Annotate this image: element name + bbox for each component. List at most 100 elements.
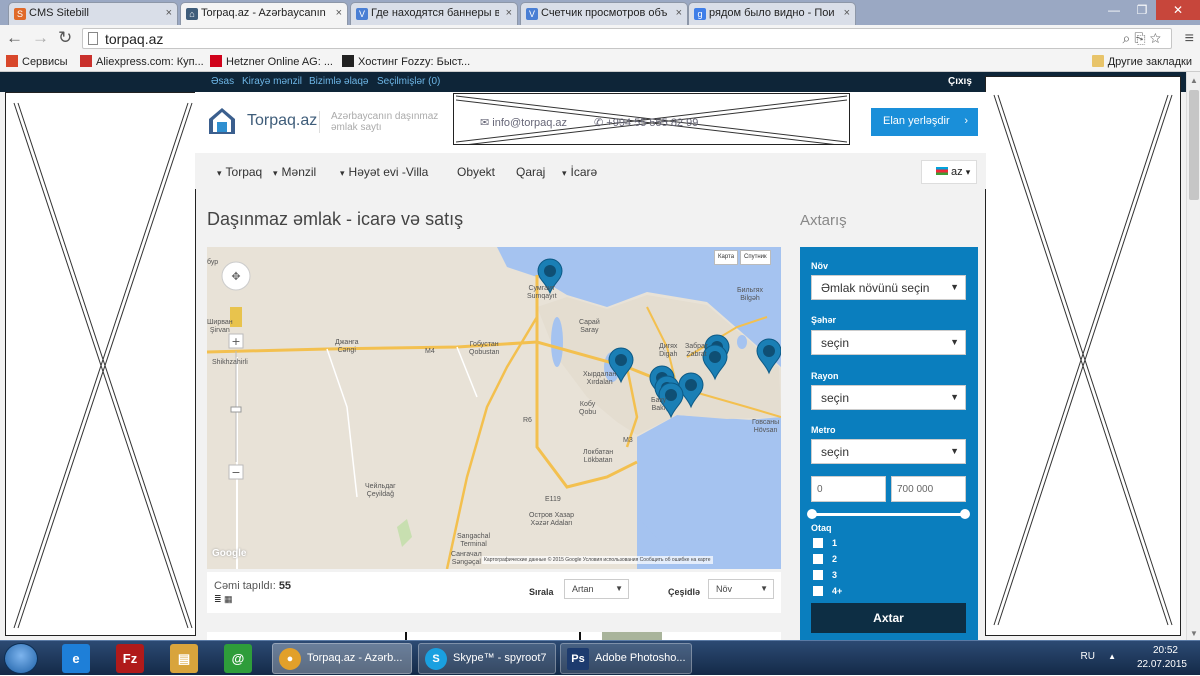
right-banner-placeholder — [985, 76, 1181, 636]
topbar-link-home[interactable]: Əsas — [211, 76, 234, 87]
sort-select[interactable]: Artan ▼ — [564, 579, 629, 599]
scrollbar-thumb[interactable] — [1189, 90, 1199, 200]
post-listing-button[interactable]: Elan yerləşdir › — [871, 108, 978, 136]
house-logo-icon[interactable] — [207, 106, 237, 136]
fozzy-icon — [342, 55, 354, 67]
tray-expand-icon[interactable]: ▲ — [1108, 652, 1116, 661]
bookmark-label: Aliexpress.com: Куп... — [96, 56, 204, 68]
reload-button[interactable]: ↻ — [58, 29, 72, 47]
map-label-digah: Дигях Digah — [659, 343, 678, 358]
email-icon[interactable]: @ — [224, 644, 252, 673]
scroll-down-arrow-icon[interactable]: ▼ — [1190, 629, 1198, 638]
logo-text[interactable]: Torpaq.az — [247, 112, 317, 130]
view-toggle-icons[interactable]: ≣ ▦ — [214, 594, 233, 605]
page-scrollbar[interactable]: ▲ ▼ — [1186, 72, 1200, 640]
type-sort-select[interactable]: Növ ▼ — [708, 579, 774, 599]
bookmark-1[interactable]: Сервисы — [6, 55, 68, 68]
chrome-menu-icon[interactable]: ≡ — [1185, 30, 1194, 48]
map-attribution[interactable]: Картографические данные © 2015 Google Ус… — [482, 556, 713, 564]
app-icon: Ps — [567, 648, 589, 670]
close-tab-icon[interactable]: × — [506, 7, 512, 19]
clock-time[interactable]: 20:52 — [1153, 645, 1178, 656]
topbar-link-contact[interactable]: Bizimlə əlaqə — [309, 76, 368, 87]
bookmark-2[interactable]: Aliexpress.com: Куп... — [80, 55, 204, 68]
satellite-view-toggle[interactable]: Спутник — [740, 250, 771, 265]
room-checkbox-label: 4+ — [832, 586, 843, 596]
room-checkbox-1[interactable] — [813, 538, 823, 548]
slider-max-handle[interactable] — [960, 509, 970, 519]
other-bookmarks[interactable]: Другие закладки — [1091, 55, 1192, 68]
listing-previews[interactable] — [207, 632, 781, 640]
tab-label: Где находятся баннеры в — [371, 7, 499, 19]
minimize-button[interactable]: — — [1100, 0, 1128, 20]
browser-tab-2[interactable]: ⌂ Torpaq.az - Azərbaycanın × — [180, 2, 348, 25]
forward-button[interactable]: → — [32, 29, 49, 47]
start-button[interactable] — [4, 643, 38, 674]
nav-item-5[interactable]: Qaraj — [516, 165, 545, 179]
listings-map[interactable]: ✥ + − Сумгаит Sumqayıt Сарай Saray Джанга … — [207, 247, 781, 569]
price-range-slider[interactable] — [807, 509, 970, 519]
nav-item-2[interactable]: ▾ Mənzil — [273, 165, 316, 179]
district-select[interactable]: seçin ▼ — [811, 385, 966, 410]
scroll-up-arrow-icon[interactable]: ▲ — [1190, 76, 1198, 85]
room-checkbox-label: 2 — [832, 554, 838, 564]
back-button[interactable]: ← — [6, 29, 23, 47]
map-view-toggle[interactable]: Карта — [714, 250, 739, 265]
maximize-button[interactable]: ❐ — [1128, 0, 1156, 20]
tab-label: Torpaq.az - Azərbaycanın — [201, 7, 326, 19]
close-tab-icon[interactable]: × — [844, 7, 850, 19]
taskbar-app-2[interactable]: S Skype™ - spyroot7 — [418, 643, 556, 674]
address-url: torpaq.az — [105, 31, 164, 47]
tab-label: Счетчик просмотров объ — [541, 7, 668, 19]
nav-item-3[interactable]: ▾ Həyət evi -Villa — [340, 165, 428, 179]
close-window-button[interactable]: ✕ — [1156, 0, 1200, 20]
taskbar-app-label: Torpaq.az - Azərb... — [307, 652, 403, 664]
omnibox-action-icons[interactable]: ⌕⎘☆ — [1123, 30, 1165, 47]
bookmark-4[interactable]: Хостинг Fozzy: Быст... — [342, 55, 470, 68]
browser-tab-3[interactable]: V Где находятся баннеры в × — [350, 2, 518, 25]
city-select[interactable]: seçin ▼ — [811, 330, 966, 355]
city-label: Şəhər — [811, 315, 837, 325]
close-tab-icon[interactable]: × — [166, 7, 172, 19]
metro-label: Metro — [811, 425, 836, 435]
room-checkbox-4[interactable] — [813, 586, 823, 596]
clock-date[interactable]: 22.07.2015 — [1137, 659, 1187, 670]
taskbar-app-1[interactable]: ● Torpaq.az - Azərb... — [272, 643, 412, 674]
map-label-saray: Сарай Saray — [579, 319, 600, 334]
ie-icon[interactable]: e — [62, 644, 90, 673]
rooms-label: Otaq — [811, 523, 832, 533]
slider-min-handle[interactable] — [807, 509, 817, 519]
type-select[interactable]: Əmlak növünü seçin ▼ — [811, 275, 966, 300]
language-indicator[interactable]: RU — [1081, 651, 1095, 662]
price-min-input[interactable]: 0 — [811, 476, 886, 502]
close-tab-icon[interactable]: × — [676, 7, 682, 19]
price-max-input[interactable]: 700 000 — [891, 476, 966, 502]
topbar-link-favorites[interactable]: Seçilmişlər (0) — [377, 76, 440, 87]
room-checkbox-2[interactable] — [813, 554, 823, 564]
map-canvas[interactable]: ✥ + − — [207, 247, 781, 569]
room-checkbox-3[interactable] — [813, 570, 823, 580]
language-selector[interactable]: az ▾ — [921, 160, 977, 184]
google-favicon-icon: g — [694, 8, 706, 20]
address-bar[interactable]: torpaq.az ⌕⎘☆ — [82, 28, 1172, 49]
search-button[interactable]: Axtar — [811, 603, 966, 633]
nav-item-6[interactable]: ▾ İcarə — [562, 165, 597, 179]
contact-email[interactable]: ✉ info@torpaq.az — [480, 116, 567, 129]
map-label-google-logo: Google — [212, 548, 247, 559]
browser-tab-4[interactable]: V Счетчик просмотров объ × — [520, 2, 688, 25]
topbar-link-rent[interactable]: Kirayə mənzil — [242, 76, 302, 87]
filezilla-icon[interactable]: Fz — [116, 644, 144, 673]
language-label: az — [951, 166, 963, 178]
explorer-icon[interactable]: ▤ — [170, 644, 198, 673]
bookmark-3[interactable]: Hetzner Online AG: ... — [210, 55, 333, 68]
taskbar-app-3[interactable]: Ps Adobe Photosho... — [560, 643, 692, 674]
close-tab-icon[interactable]: × — [336, 7, 342, 19]
listing-thumbnail[interactable] — [602, 632, 662, 640]
nav-item-4[interactable]: Obyekt — [457, 165, 495, 179]
metro-select[interactable]: seçin ▼ — [811, 439, 966, 464]
logout-link[interactable]: Çıxış — [948, 76, 972, 87]
browser-tab-5[interactable]: g рядом было видно - Пои × — [688, 2, 856, 25]
results-toolbar: Cəmi tapıldı: 55 ≣ ▦ Sırala Artan ▼ Çeşid… — [207, 572, 781, 613]
nav-item-1[interactable]: ▾ Torpaq — [217, 165, 262, 179]
browser-tab-1[interactable]: S CMS Sitebill × — [8, 2, 178, 25]
